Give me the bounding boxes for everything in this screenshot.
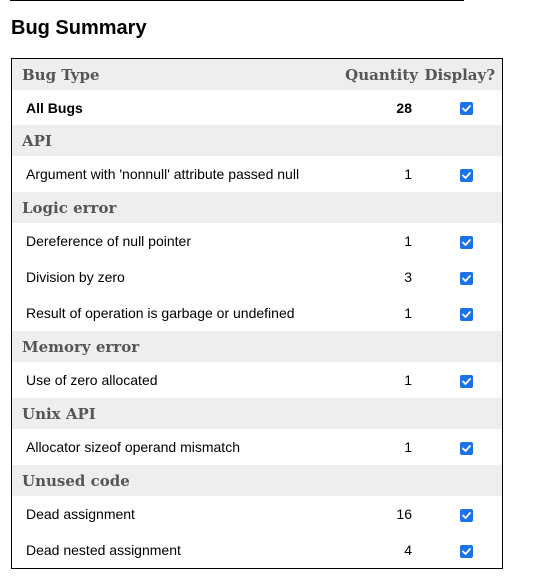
category-row: Unix API (12, 398, 502, 429)
category-label: Unused code (12, 465, 502, 496)
bug-display-cell (418, 295, 502, 331)
bug-row: Dereference of null pointer 1 (12, 223, 502, 259)
bug-display-cell (418, 156, 502, 192)
bug-row: Use of zero allocated 1 (12, 362, 502, 398)
display-checkbox[interactable] (459, 307, 473, 321)
bug-row: Argument with 'nonnull' attribute passed… (12, 156, 502, 192)
bug-quantity: 1 (330, 295, 418, 331)
bug-display-cell (418, 496, 502, 532)
bug-type-label: Dereference of null pointer (12, 223, 330, 259)
header-display: Display? (418, 59, 502, 90)
display-checkbox[interactable] (459, 168, 473, 182)
category-label: Memory error (12, 331, 502, 362)
category-label: Unix API (12, 398, 502, 429)
bug-type-label: Dead nested assignment (12, 532, 330, 568)
checkmark-icon (461, 105, 471, 113)
bug-quantity: 4 (330, 532, 418, 568)
bug-display-cell (418, 259, 502, 295)
bug-quantity: 16 (330, 496, 418, 532)
bug-type-label: Allocator sizeof operand mismatch (12, 429, 330, 465)
display-checkbox[interactable] (459, 508, 473, 522)
bug-summary-table: Bug Type Quantity Display? All Bugs 28 A… (11, 58, 503, 569)
bug-quantity: 1 (330, 362, 418, 398)
all-bugs-display-cell (418, 90, 502, 125)
all-bugs-row: All Bugs 28 (12, 90, 502, 125)
bug-type-label: Use of zero allocated (12, 362, 330, 398)
category-label: API (12, 125, 502, 156)
display-checkbox[interactable] (459, 271, 473, 285)
checkmark-icon (461, 547, 471, 555)
bug-type-label: Division by zero (12, 259, 330, 295)
bug-row: Result of operation is garbage or undefi… (12, 295, 502, 331)
bug-row: Dead assignment 16 (12, 496, 502, 532)
bug-quantity: 1 (330, 156, 418, 192)
display-checkbox[interactable] (459, 441, 473, 455)
previous-section-box (10, 0, 464, 1)
bug-row: Division by zero 3 (12, 259, 502, 295)
category-label: Logic error (12, 192, 502, 223)
bug-display-cell (418, 532, 502, 568)
all-bugs-label: All Bugs (12, 90, 330, 125)
checkmark-icon (461, 377, 471, 385)
bug-display-cell (418, 362, 502, 398)
category-row: Unused code (12, 465, 502, 496)
bug-row: Dead nested assignment 4 (12, 532, 502, 568)
bug-table: Bug Type Quantity Display? All Bugs 28 A… (12, 59, 502, 568)
bug-quantity: 3 (330, 259, 418, 295)
all-bugs-checkbox[interactable] (459, 102, 473, 116)
bug-row: Allocator sizeof operand mismatch 1 (12, 429, 502, 465)
bug-type-label: Result of operation is garbage or undefi… (12, 295, 330, 331)
checkmark-icon (461, 274, 471, 282)
checkmark-icon (461, 238, 471, 246)
display-checkbox[interactable] (459, 374, 473, 388)
category-row: API (12, 125, 502, 156)
category-row: Logic error (12, 192, 502, 223)
header-quantity: Quantity (330, 59, 418, 90)
header-bug-type: Bug Type (12, 59, 330, 90)
bug-type-label: Argument with 'nonnull' attribute passed… (12, 156, 330, 192)
bug-type-label: Dead assignment (12, 496, 330, 532)
bug-display-cell (418, 223, 502, 259)
page-title: Bug Summary (11, 17, 147, 39)
display-checkbox[interactable] (459, 235, 473, 249)
display-checkbox[interactable] (459, 544, 473, 558)
table-header-row: Bug Type Quantity Display? (12, 59, 502, 90)
checkmark-icon (461, 511, 471, 519)
category-row: Memory error (12, 331, 502, 362)
checkmark-icon (461, 444, 471, 452)
bug-quantity: 1 (330, 223, 418, 259)
bug-display-cell (418, 429, 502, 465)
bug-quantity: 1 (330, 429, 418, 465)
all-bugs-quantity: 28 (330, 90, 418, 125)
checkmark-icon (461, 310, 471, 318)
checkmark-icon (461, 171, 471, 179)
